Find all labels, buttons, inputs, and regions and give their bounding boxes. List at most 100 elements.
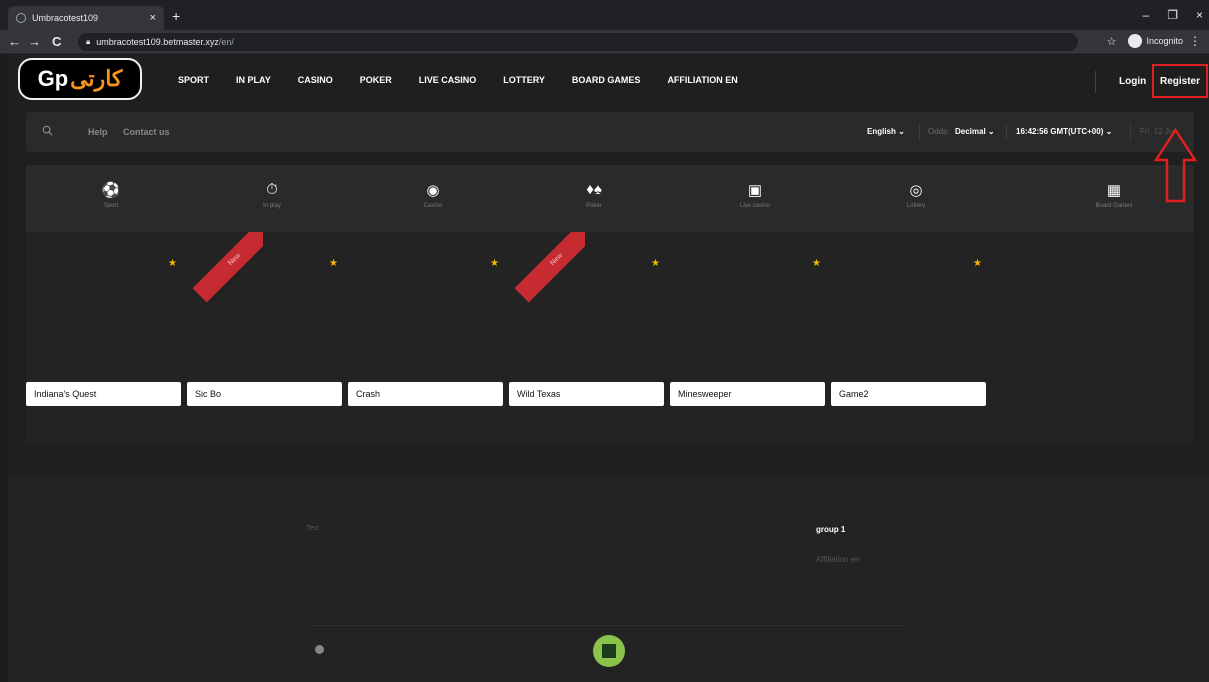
menu-poker[interactable]: POKER	[360, 75, 392, 85]
category-casino[interactable]: ◉ Casino	[393, 181, 473, 209]
menu-affiliation[interactable]: AFFILIATION EN	[667, 75, 737, 85]
live-casino-icon: ▣	[747, 182, 763, 199]
favorite-star-icon[interactable]: ★	[490, 258, 499, 269]
game-title[interactable]: Sic Bo	[187, 382, 342, 406]
window-close-button[interactable]: ×	[1196, 8, 1203, 22]
football-icon: ⚽	[101, 182, 121, 199]
new-tab-button[interactable]: +	[172, 8, 180, 24]
category-label: In play	[263, 203, 281, 209]
game-card[interactable]: New ★ Wild Texas	[509, 232, 664, 406]
url-path: /en/	[218, 37, 234, 47]
menu-sport[interactable]: SPORT	[178, 75, 209, 85]
game-title[interactable]: Minesweeper	[670, 382, 825, 406]
avatar-face	[602, 644, 616, 658]
lottery-ball-icon: ◎	[909, 182, 923, 199]
footer-test-text: Test	[306, 525, 319, 532]
site-header: Gp کارتی SPORT IN PLAY CASINO POKER LIVE…	[8, 55, 1209, 107]
category-label: Casino	[423, 203, 443, 209]
new-badge: New	[192, 232, 263, 303]
category-in-play[interactable]: ⏱ In play	[232, 181, 312, 209]
favorite-star-icon[interactable]: ★	[812, 258, 821, 269]
help-link[interactable]: Help	[88, 127, 108, 137]
category-board-games[interactable]: ▦ Board Games	[1074, 181, 1154, 209]
address-bar: ← → C 🔒︎ umbracotest109.betmaster.xyz/en…	[0, 30, 1209, 54]
game-card[interactable]: ★ Crash	[348, 232, 503, 406]
main-menu: SPORT IN PLAY CASINO POKER LIVE CASINO L…	[178, 75, 738, 85]
site-logo[interactable]: Gp کارتی	[18, 58, 142, 100]
category-live-casino[interactable]: ▣ Live casino	[715, 181, 795, 209]
register-button[interactable]: Register	[1152, 64, 1208, 98]
menu-live-casino[interactable]: LIVE CASINO	[419, 75, 477, 85]
reload-button[interactable]: C	[52, 34, 61, 49]
category-label: Live casino	[739, 203, 771, 209]
restore-button[interactable]: ❐	[1167, 8, 1178, 22]
login-button[interactable]: Login	[1119, 76, 1146, 87]
logo-text: کارتی	[70, 66, 123, 91]
category-label: Lottery	[906, 203, 926, 209]
divider	[919, 124, 920, 140]
footer-divider	[308, 625, 908, 626]
favicon-icon	[16, 13, 26, 23]
favorite-star-icon[interactable]: ★	[329, 258, 338, 269]
divider	[1006, 124, 1007, 140]
category-bar: ⚽ Sport ⏱ In play ◉ Casino ♦♠ Poker ▣ Li…	[26, 165, 1194, 232]
new-ribbon: New	[187, 232, 263, 308]
tab-close-icon[interactable]: ×	[150, 12, 156, 24]
stopwatch-icon: ⏱	[266, 181, 278, 198]
bookmark-star-icon[interactable]: ☆	[1107, 35, 1117, 48]
new-ribbon: New	[509, 232, 585, 308]
forward-button[interactable]: →	[28, 34, 41, 49]
language-select[interactable]: English ⌄	[867, 127, 905, 136]
header-divider	[1095, 71, 1096, 93]
menu-casino[interactable]: CASINO	[298, 75, 333, 85]
favorite-star-icon[interactable]: ★	[651, 258, 660, 269]
game-title[interactable]: Game2	[831, 382, 986, 406]
whatsapp-icon[interactable]	[315, 645, 324, 654]
contact-link[interactable]: Contact us	[123, 127, 170, 137]
game-card[interactable]: ★ Game2	[831, 232, 986, 406]
game-card[interactable]: ★ Indiana's Quest	[26, 232, 181, 406]
menu-in-play[interactable]: IN PLAY	[236, 75, 271, 85]
url-host: umbracotest109.betmaster.xyz	[96, 37, 219, 47]
lock-icon: 🔒︎	[86, 37, 91, 46]
browser-tab-bar: Umbracotest109 × + – ❐ ×	[0, 0, 1209, 30]
odds-select[interactable]: Decimal ⌄	[955, 127, 995, 136]
back-button[interactable]: ←	[8, 34, 21, 49]
card-suits-icon: ♦♠	[586, 181, 602, 198]
favorite-star-icon[interactable]: ★	[168, 258, 177, 269]
timezone-select[interactable]: 16:42:56 GMT(UTC+00) ⌄	[1016, 127, 1112, 136]
category-poker[interactable]: ♦♠ Poker	[554, 181, 634, 209]
category-lottery[interactable]: ◎ Lottery	[876, 181, 956, 209]
game-card[interactable]: ★ Minesweeper	[670, 232, 825, 406]
footer-group-heading: group 1	[816, 525, 846, 534]
minimize-button[interactable]: –	[1143, 8, 1150, 22]
screen: Umbracotest109 × + – ❐ × ← → C 🔒︎ umbrac…	[0, 0, 1209, 682]
incognito-indicator[interactable]: ☆ Incognito	[1107, 34, 1183, 48]
category-label: Sport	[103, 203, 119, 209]
category-label: Poker	[586, 203, 602, 209]
category-label: Board Games	[1095, 203, 1133, 209]
odds-label: Odds:	[928, 127, 950, 136]
annotation-up-arrow-icon	[1153, 128, 1198, 203]
game-card[interactable]: New ★ Sic Bo	[187, 232, 342, 406]
menu-lottery[interactable]: LOTTERY	[503, 75, 545, 85]
window-controls: – ❐ ×	[1143, 8, 1203, 22]
game-title[interactable]: Wild Texas	[509, 382, 664, 406]
incognito-icon	[1128, 34, 1143, 48]
chip-icon: ◉	[426, 182, 440, 199]
tab-title: Umbracotest109	[32, 13, 99, 23]
game-title[interactable]: Crash	[348, 382, 503, 406]
url-field[interactable]: 🔒︎ umbracotest109.betmaster.xyz/en/	[78, 33, 1078, 51]
search-icon[interactable]	[42, 125, 53, 136]
menu-board-games[interactable]: BOARD GAMES	[572, 75, 641, 85]
utility-bar: Help Contact us English ⌄ Odds: Decimal …	[26, 112, 1194, 152]
divider	[1130, 124, 1131, 140]
page: Gp کارتی SPORT IN PLAY CASINO POKER LIVE…	[8, 55, 1209, 682]
browser-menu-icon[interactable]: ⋮	[1189, 34, 1201, 48]
footer-affiliation-link[interactable]: Affiliation en	[816, 555, 859, 564]
browser-tab[interactable]: Umbracotest109 ×	[8, 6, 164, 30]
favorite-star-icon[interactable]: ★	[973, 258, 982, 269]
chat-avatar-icon[interactable]	[593, 635, 625, 667]
category-sport[interactable]: ⚽ Sport	[71, 181, 151, 209]
game-title[interactable]: Indiana's Quest	[26, 382, 181, 406]
